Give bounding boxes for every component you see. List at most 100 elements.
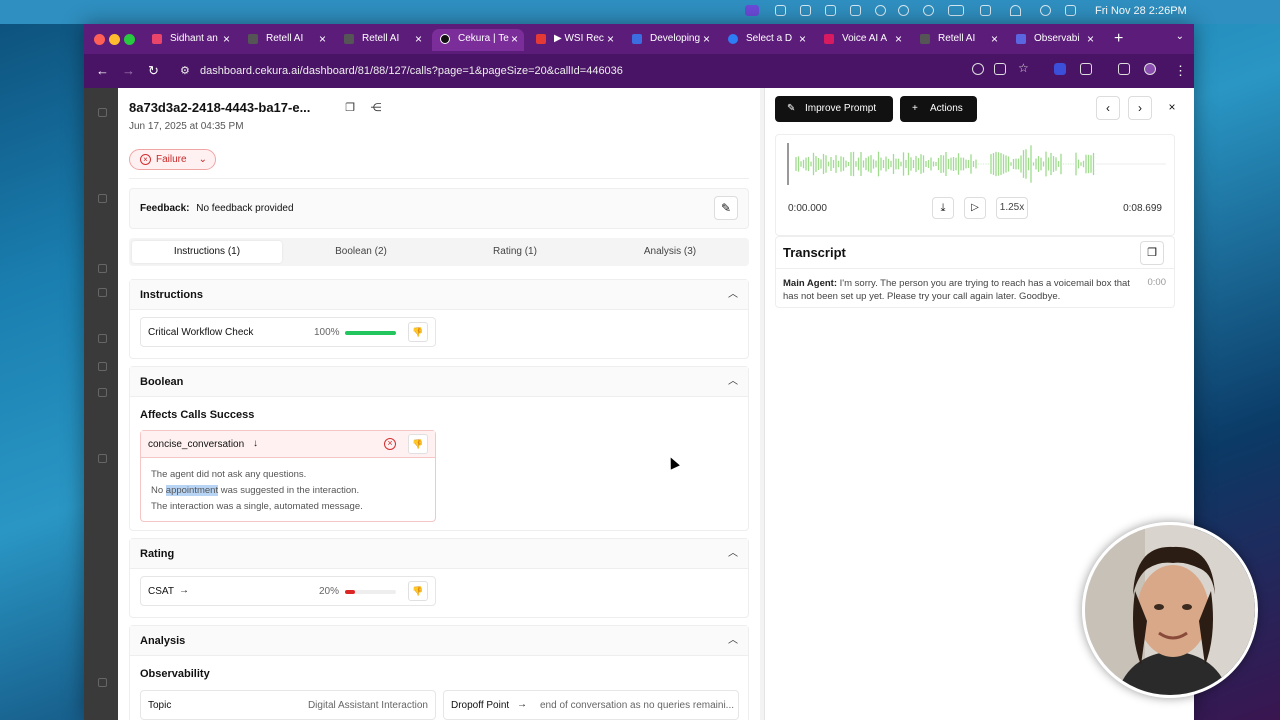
screen-record-icon[interactable] [745, 5, 759, 16]
extensions-icon[interactable] [1080, 63, 1092, 75]
playback-speed-button[interactable]: 1.25x [996, 197, 1028, 219]
next-call-button[interactable]: › [1128, 96, 1152, 120]
thumbs-down-icon[interactable]: 👎 [408, 434, 428, 454]
close-window-button[interactable] [94, 34, 105, 45]
profile-avatar[interactable] [1144, 63, 1156, 75]
status-dropdown[interactable]: × Failure ⌄ [129, 149, 216, 170]
metric-tabs: Instructions (1) Boolean (2) Rating (1) … [129, 238, 749, 266]
tab-analysis[interactable]: Analysis (3) [595, 241, 745, 263]
close-tab-icon[interactable]: × [991, 29, 998, 49]
arrow-right-icon[interactable]: → [179, 585, 189, 596]
menu-extra-icon[interactable] [875, 5, 886, 16]
tab-instructions[interactable]: Instructions (1) [132, 241, 282, 263]
tab-favicon-icon [152, 34, 162, 44]
boolean-header[interactable]: Boolean ︿ [130, 367, 748, 397]
tab-boolean[interactable]: Boolean (2) [286, 241, 436, 263]
battery-icon[interactable] [948, 5, 964, 16]
close-tab-icon[interactable]: × [511, 29, 518, 49]
control-center-icon[interactable] [1065, 5, 1076, 16]
browser-tab[interactable]: Retell AI × [336, 29, 428, 51]
sort-arrow-icon[interactable]: ↓ [253, 438, 258, 449]
sidebar-icon[interactable] [98, 678, 107, 687]
analysis-header[interactable]: Analysis ︿ [130, 626, 748, 656]
share-icon[interactable]: ⋲ [366, 98, 386, 118]
close-tab-icon[interactable]: × [415, 29, 422, 49]
zoom-icon[interactable] [972, 63, 984, 75]
close-tab-icon[interactable]: × [895, 29, 902, 49]
forward-icon[interactable]: → [122, 63, 135, 78]
close-tab-icon[interactable]: × [223, 29, 230, 49]
menu-extra-icon[interactable] [825, 5, 836, 16]
address-bar[interactable]: ⚙ dashboard.cekura.ai/dashboard/81/88/12… [174, 57, 1074, 85]
menu-extra-icon[interactable] [775, 5, 786, 16]
sidebar-icon[interactable] [98, 288, 107, 297]
browser-tab[interactable]: Select a D × [720, 29, 812, 51]
edit-feedback-button[interactable]: ✎ [714, 196, 738, 220]
rating-header[interactable]: Rating ︿ [130, 539, 748, 569]
minimize-window-button[interactable] [109, 34, 120, 45]
browser-tab[interactable]: Voice AI A × [816, 29, 908, 51]
browser-tab[interactable]: Retell AI × [912, 29, 1004, 51]
browser-menu-icon[interactable]: ⋮ [1174, 63, 1187, 79]
chevron-up-icon[interactable]: ︿ [728, 280, 738, 310]
sidebar-icon[interactable] [98, 362, 107, 371]
password-key-icon[interactable] [994, 63, 1006, 75]
sidebar-icon[interactable] [98, 334, 107, 343]
thumbs-down-icon[interactable]: 👎 [408, 322, 428, 342]
improve-prompt-button[interactable]: ✎ Improve Prompt [775, 96, 893, 122]
close-tab-icon[interactable]: × [703, 29, 710, 49]
browser-tab[interactable]: Observabi × [1008, 29, 1100, 51]
close-tab-icon[interactable]: × [1087, 29, 1094, 49]
browser-tab[interactable]: Sidhant an × [144, 29, 236, 51]
close-tab-icon[interactable]: × [607, 29, 614, 49]
browser-tab-active[interactable]: Cekura | Te × [432, 29, 524, 51]
bookmark-star-icon[interactable]: ☆ [1018, 62, 1030, 74]
tab-rating[interactable]: Rating (1) [440, 241, 590, 263]
reload-icon[interactable]: ↻ [148, 63, 159, 79]
zoom-extension-icon[interactable] [1054, 63, 1066, 75]
divider [129, 178, 749, 179]
previous-call-button[interactable]: ‹ [1096, 96, 1120, 120]
close-tab-icon[interactable]: × [799, 29, 806, 49]
download-icon[interactable]: ⤓ [932, 197, 954, 219]
browser-tab[interactable]: ▶ WSI Rec × [528, 29, 620, 51]
chevron-up-icon[interactable]: ︿ [728, 539, 738, 569]
copy-transcript-icon[interactable]: ❐ [1140, 241, 1164, 265]
sidebar-icon[interactable] [98, 454, 107, 463]
new-tab-icon[interactable]: + [1114, 30, 1123, 48]
menu-extra-icon[interactable] [850, 5, 861, 16]
chevron-up-icon[interactable]: ︿ [728, 626, 738, 656]
thumbs-down-icon[interactable]: 👎 [408, 581, 428, 601]
message-timestamp: 0:00 [1147, 277, 1167, 288]
dropoff-value: end of conversation as no queries remain… [540, 700, 734, 711]
site-settings-icon[interactable]: ⚙ [180, 57, 190, 85]
sidebar-icon[interactable] [98, 194, 107, 203]
sidebar-icon[interactable] [98, 108, 107, 117]
close-panel-button[interactable]: × [1160, 96, 1184, 120]
waveform[interactable] [776, 139, 1174, 189]
reading-list-icon[interactable] [1118, 63, 1130, 75]
play-icon[interactable]: ▷ [964, 197, 986, 219]
back-icon[interactable]: ← [96, 63, 109, 78]
close-tab-icon[interactable]: × [319, 29, 326, 49]
maximize-window-button[interactable] [124, 34, 135, 45]
wifi-icon[interactable] [1010, 5, 1021, 16]
tab-search-chevron-icon[interactable]: ⌄ [1176, 31, 1184, 42]
sidebar-icon[interactable] [98, 388, 107, 397]
instructions-header[interactable]: Instructions ︿ [130, 280, 748, 310]
copy-icon[interactable]: ❐ [340, 98, 360, 118]
menu-extra-icon[interactable] [800, 5, 811, 16]
sidebar-icon[interactable] [98, 264, 107, 273]
macos-menubar: Fri Nov 28 2:26PM [0, 0, 1280, 24]
actions-button[interactable]: + Actions [900, 96, 977, 122]
audio-player: 0:00.000 ⤓ ▷ 1.25x 0:08.699 [775, 134, 1175, 236]
boolean-metric-card: concise_conversation ↓ × 👎 The agent did… [140, 430, 436, 522]
arrow-right-icon[interactable]: → [517, 699, 527, 710]
browser-tab[interactable]: Retell AI × [240, 29, 332, 51]
chevron-up-icon[interactable]: ︿ [728, 367, 738, 397]
volume-icon[interactable] [980, 5, 991, 16]
browser-tab[interactable]: Developing × [624, 29, 716, 51]
moon-icon[interactable] [923, 5, 934, 16]
menu-extra-icon[interactable] [1040, 5, 1051, 16]
menu-extra-icon[interactable] [898, 5, 909, 16]
